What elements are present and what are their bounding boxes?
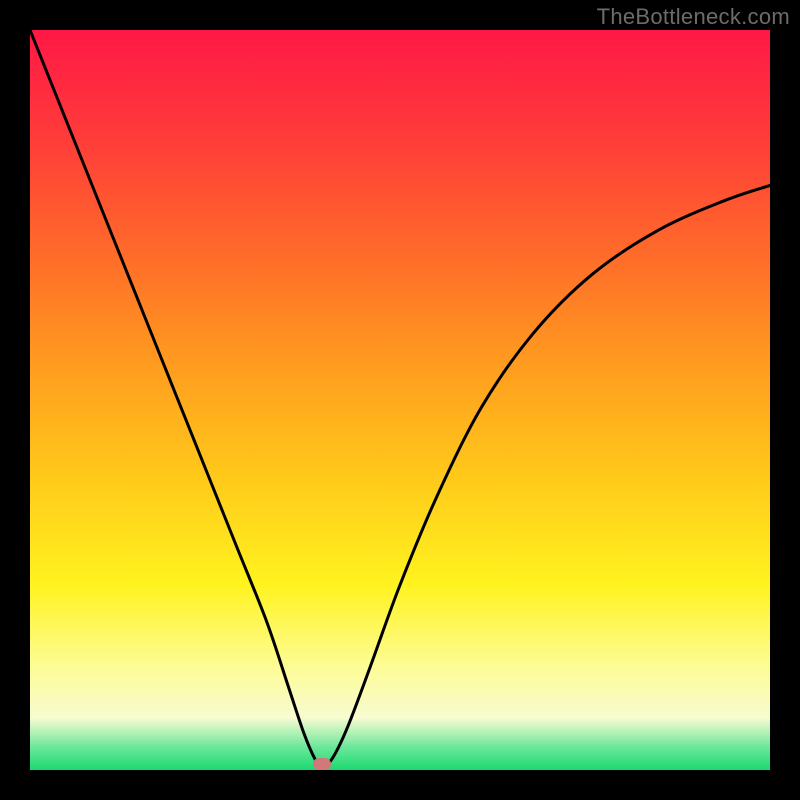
plot-area bbox=[30, 30, 770, 770]
bottleneck-curve bbox=[30, 30, 770, 770]
watermark-text: TheBottleneck.com bbox=[597, 4, 790, 30]
optimum-marker bbox=[313, 758, 331, 770]
curve-path bbox=[30, 30, 770, 768]
chart-frame: TheBottleneck.com bbox=[0, 0, 800, 800]
